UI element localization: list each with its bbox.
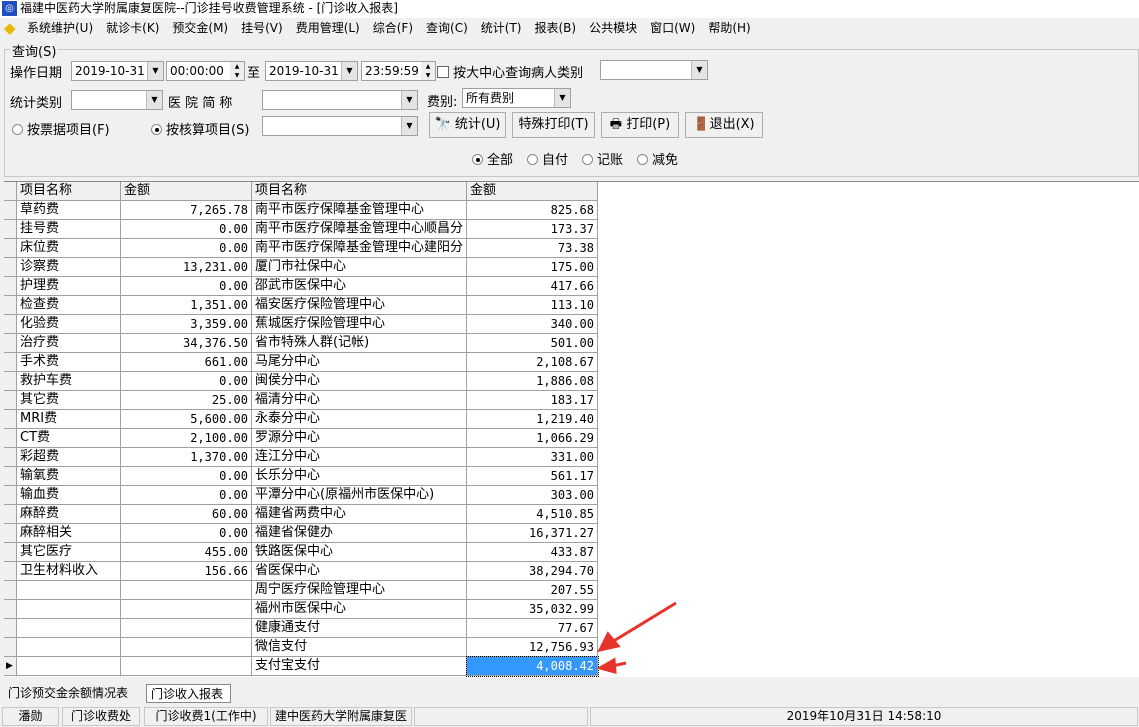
- status-bar: 潘勋 门诊收费处 门诊收费1(工作中) 建中医药大学附属康复医 2019年10月31日 …: [0, 705, 1139, 727]
- tab-bar: 门诊预交金余额情况表 门诊收入报表: [0, 681, 1139, 703]
- tab-0[interactable]: 门诊预交金余额情况表: [4, 684, 141, 703]
- status-panel: [414, 707, 588, 726]
- status-panel: 2019年10月31日 14:58:10: [590, 707, 1138, 726]
- status-panel: 潘勋: [2, 707, 59, 726]
- status-panel: 门诊收费处: [62, 707, 140, 726]
- status-panel: 建中医药大学附属康复医: [270, 707, 412, 726]
- red-arrow-2-head: [596, 657, 617, 674]
- red-arrow-1-head: [597, 631, 621, 653]
- annotation-arrows: [596, 601, 677, 674]
- tab-1[interactable]: 门诊收入报表: [146, 684, 231, 703]
- red-arrow-1: [611, 601, 677, 644]
- status-panel: 门诊收费1(工作中): [144, 707, 268, 726]
